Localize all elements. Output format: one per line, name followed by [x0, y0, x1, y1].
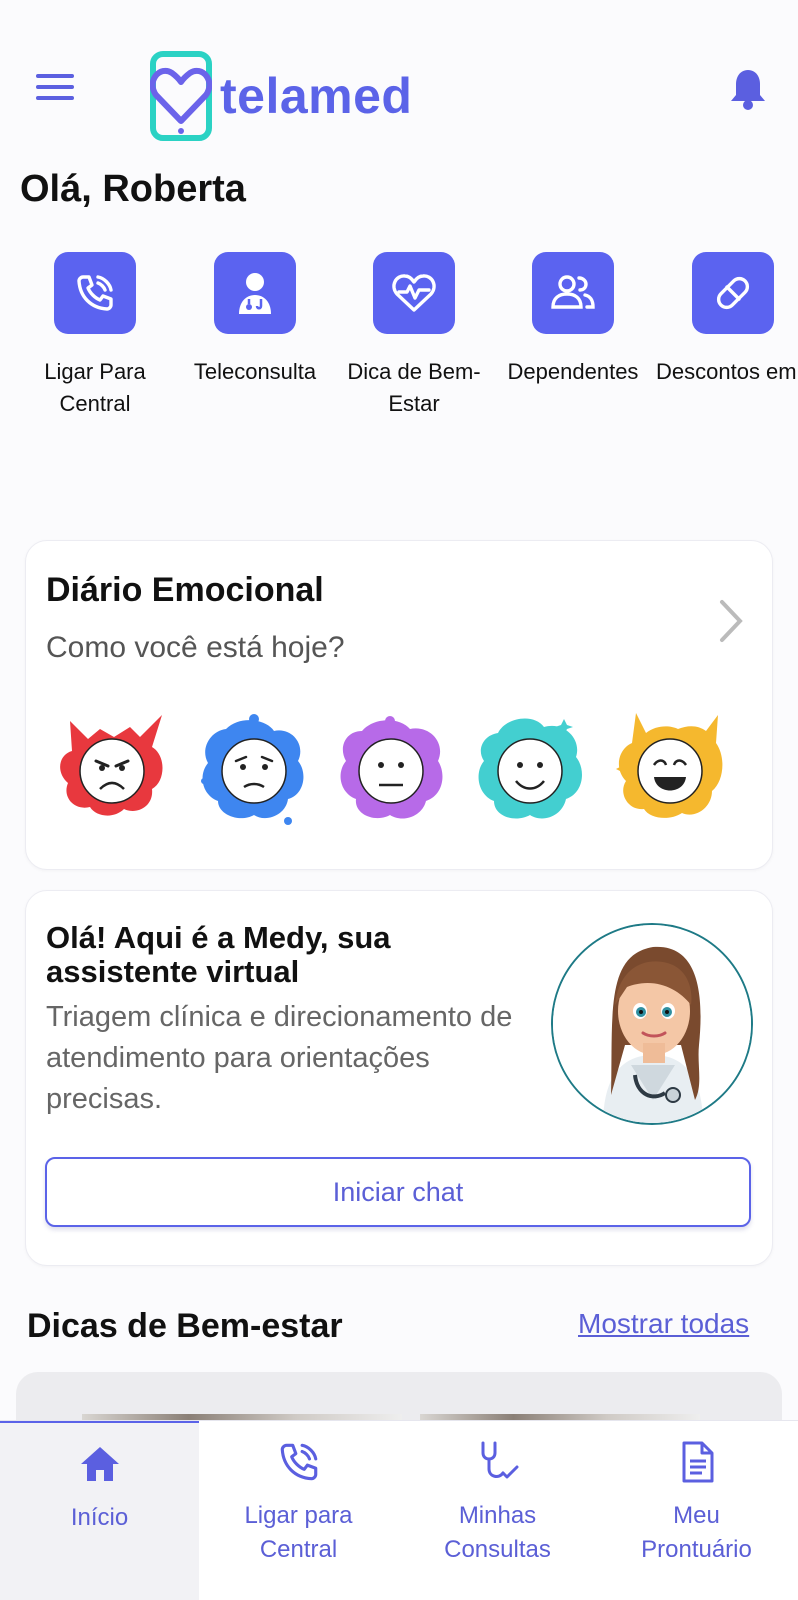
- mood-neutral-icon[interactable]: [334, 711, 450, 831]
- shortcut-dependentes[interactable]: Dependentes: [492, 252, 654, 388]
- shortcuts-row: Ligar Para Central Teleconsulta Dica de …: [0, 252, 798, 422]
- nav-meu-prontuario[interactable]: Meu Prontuário: [597, 1421, 796, 1600]
- chevron-right-icon[interactable]: [716, 596, 746, 646]
- mood-sad-icon[interactable]: [196, 711, 312, 831]
- shortcut-label: Dica de Bem-Estar: [347, 359, 481, 416]
- shortcut-descontos[interactable]: Descontos em Medicamentos: [652, 252, 798, 388]
- shortcut-dica-bem-estar[interactable]: Dica de Bem-Estar: [333, 252, 495, 420]
- shortcut-teleconsulta[interactable]: Teleconsulta: [174, 252, 336, 388]
- assistant-title: Olá! Aqui é a Medy, sua assistente virtu…: [46, 920, 391, 989]
- mood-selector: [56, 711, 756, 831]
- shortcut-label: Descontos em Medicamentos: [656, 359, 798, 384]
- bell-icon[interactable]: [730, 68, 770, 112]
- bottom-navigation: Início Ligar para Central Minhas Consult…: [0, 1420, 798, 1600]
- phone-call-icon: [54, 252, 136, 334]
- nav-minhas-consultas[interactable]: Minhas Consultas: [398, 1421, 597, 1600]
- heart-pulse-icon: [373, 252, 455, 334]
- mood-very-happy-icon[interactable]: [612, 711, 728, 831]
- mood-angry-icon[interactable]: [56, 711, 172, 831]
- greeting-title: Olá, Roberta: [20, 168, 246, 210]
- show-all-tips-link[interactable]: Mostrar todas: [578, 1308, 749, 1340]
- phone-call-icon: [276, 1439, 322, 1485]
- diary-title: Diário Emocional: [46, 571, 324, 609]
- hamburger-menu-icon[interactable]: [36, 74, 76, 106]
- brand-name: telamed: [220, 68, 413, 124]
- tips-section-title: Dicas de Bem-estar: [27, 1307, 343, 1345]
- nav-label: Início: [70, 1504, 129, 1531]
- nav-label: Meu Prontuário: [641, 1502, 752, 1563]
- shortcut-ligar-central[interactable]: Ligar Para Central: [14, 252, 176, 420]
- nav-ligar-central[interactable]: Ligar para Central: [199, 1421, 398, 1600]
- assistant-avatar: [551, 923, 753, 1125]
- home-icon: [77, 1441, 123, 1487]
- assistant-description: Triagem clínica e direcionamento de aten…: [46, 1001, 513, 1115]
- logo-phone-heart-icon: [150, 51, 212, 141]
- users-icon: [532, 252, 614, 334]
- nav-label: Ligar para Central: [244, 1502, 353, 1563]
- nav-inicio[interactable]: Início: [0, 1421, 199, 1600]
- document-icon: [674, 1439, 720, 1485]
- start-chat-button[interactable]: Iniciar chat: [45, 1157, 751, 1227]
- telamed-logo: telamed: [150, 50, 412, 142]
- virtual-assistant-card: Olá! Aqui é a Medy, sua assistente virtu…: [25, 890, 773, 1266]
- nav-label: Minhas Consultas: [444, 1502, 551, 1563]
- shortcut-label: Teleconsulta: [193, 359, 317, 384]
- stethoscope-icon: [475, 1439, 521, 1485]
- pill-icon: [692, 252, 774, 334]
- doctor-icon: [214, 252, 296, 334]
- shortcut-label: Dependentes: [507, 359, 639, 384]
- diary-subtitle: Como você está hoje?: [46, 631, 345, 664]
- emotional-diary-card[interactable]: Diário Emocional Como você está hoje?: [25, 540, 773, 870]
- shortcut-label: Ligar Para Central: [44, 359, 146, 416]
- mood-happy-icon[interactable]: [472, 711, 588, 831]
